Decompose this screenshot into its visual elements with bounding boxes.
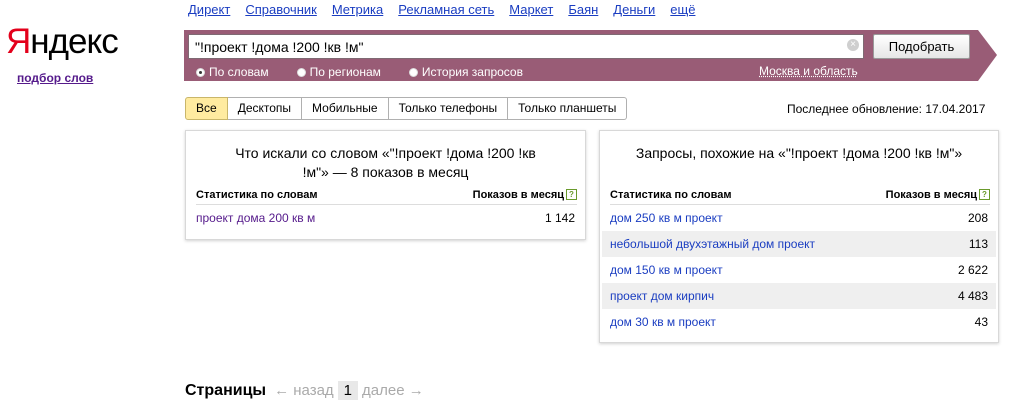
tab-tablets-only[interactable]: Только планшеты <box>508 97 628 120</box>
tab-mobile[interactable]: Мобильные <box>302 97 389 120</box>
device-tabs: Все Десктопы Мобильные Только телефоны Т… <box>185 97 628 120</box>
table-row: дом 150 кв м проект 2 622 <box>602 257 996 283</box>
phrase-link[interactable]: небольшой двухэтажный дом проект <box>610 237 815 251</box>
table-row: проект дома 200 кв м 1 142 <box>188 205 583 231</box>
column-header-count: Показов в месяц <box>885 189 977 201</box>
submit-button[interactable]: Подобрать <box>873 34 970 59</box>
last-updated: Последнее обновление: 17.04.2017 <box>787 102 986 116</box>
radio-by-regions[interactable]: По регионам <box>296 65 381 79</box>
nav-market[interactable]: Маркет <box>509 2 553 17</box>
wordstat-link[interactable]: подбор слов <box>17 71 93 85</box>
table-row: дом 30 кв м проект 43 <box>602 309 996 335</box>
radio-label: История запросов <box>421 65 523 79</box>
tab-desktops[interactable]: Десктопы <box>227 97 303 120</box>
radio-by-words[interactable]: По словам <box>196 65 269 79</box>
current-page: 1 <box>337 381 359 400</box>
phrase-link[interactable]: проект дома 200 кв м <box>196 211 315 225</box>
column-header-phrase: Статистика по словам <box>610 189 732 201</box>
phrase-count: 208 <box>967 211 988 225</box>
phrase-link[interactable]: проект дом кирпич <box>610 289 714 303</box>
help-icon[interactable]: ? <box>979 189 990 200</box>
phrase-count: 1 142 <box>544 211 575 225</box>
nav-dengi[interactable]: Деньги <box>613 2 655 17</box>
table-row: дом 250 кв м проект 208 <box>602 205 996 231</box>
phrase-count: 113 <box>968 237 988 251</box>
logo-first-letter: Я <box>6 22 31 61</box>
phrase-link[interactable]: дом 30 кв м проект <box>610 315 716 329</box>
right-panel-title: Запросы, похожие на «"!проект !дома !200… <box>635 145 963 161</box>
next-page-link: далее → <box>362 382 424 399</box>
radio-label: По регионам <box>309 65 381 79</box>
prev-page-link: ← назад <box>274 382 334 399</box>
logo-rest: ндекс <box>30 22 118 61</box>
top-nav: Директ Справочник Метрика Рекламная сеть… <box>188 2 710 17</box>
search-mode-radios: По словам По регионам История запросов <box>196 65 551 79</box>
region-selector[interactable]: Москва и область <box>759 64 858 78</box>
column-header-count: Показов в месяц <box>472 189 564 201</box>
phrase-count: 2 622 <box>957 263 988 277</box>
radio-history[interactable]: История запросов <box>408 65 523 79</box>
tab-all[interactable]: Все <box>185 97 228 120</box>
table-row: проект дом кирпич 4 483 <box>602 283 996 309</box>
left-panel: Что искали со словом «"!проект !дома !20… <box>185 130 586 240</box>
nav-spravochnik[interactable]: Справочник <box>245 2 317 17</box>
right-panel-header: Статистика по словам Показов в месяц? <box>610 189 990 205</box>
phrase-count: 43 <box>974 315 988 329</box>
clear-icon[interactable]: × <box>847 39 859 51</box>
nav-bayan[interactable]: Баян <box>568 2 598 17</box>
tab-phones-only[interactable]: Только телефоны <box>388 97 509 120</box>
left-panel-title-line2: !м"» — 8 показов в месяц <box>302 164 469 180</box>
radio-checked-icon <box>196 67 205 77</box>
nav-more[interactable]: ещё <box>670 2 695 17</box>
nav-metrika[interactable]: Метрика <box>332 2 383 17</box>
help-icon[interactable]: ? <box>566 189 577 200</box>
pagination-label: Страницы <box>185 381 267 399</box>
search-query-text: "!проект !дома !200 !кв !м" <box>195 39 364 55</box>
radio-label: По словам <box>209 65 269 79</box>
phrase-link[interactable]: дом 150 кв м проект <box>610 263 723 277</box>
left-panel-title: Что искали со словом «"!проект !дома !20… <box>186 144 585 182</box>
radio-unchecked-icon <box>296 67 306 77</box>
radio-unchecked-icon <box>408 67 418 77</box>
nav-direct[interactable]: Директ <box>188 2 230 17</box>
search-band-arrow <box>978 30 997 81</box>
pagination: Страницы ← назад 1 далее → <box>185 381 424 400</box>
nav-ad-network[interactable]: Рекламная сеть <box>398 2 494 17</box>
table-row: небольшой двухэтажный дом проект 113 <box>602 231 996 257</box>
yandex-logo[interactable]: Яндекс <box>6 22 119 62</box>
column-header-phrase: Статистика по словам <box>196 189 318 201</box>
search-input[interactable]: "!проект !дома !200 !кв !м" <box>188 34 864 59</box>
phrase-count: 4 483 <box>957 289 988 303</box>
right-panel: Запросы, похожие на «"!проект !дома !200… <box>599 130 999 343</box>
left-panel-title-line1: Что искали со словом «"!проект !дома !20… <box>235 145 536 161</box>
left-panel-header: Статистика по словам Показов в месяц? <box>196 189 577 205</box>
phrase-link[interactable]: дом 250 кв м проект <box>610 211 723 225</box>
